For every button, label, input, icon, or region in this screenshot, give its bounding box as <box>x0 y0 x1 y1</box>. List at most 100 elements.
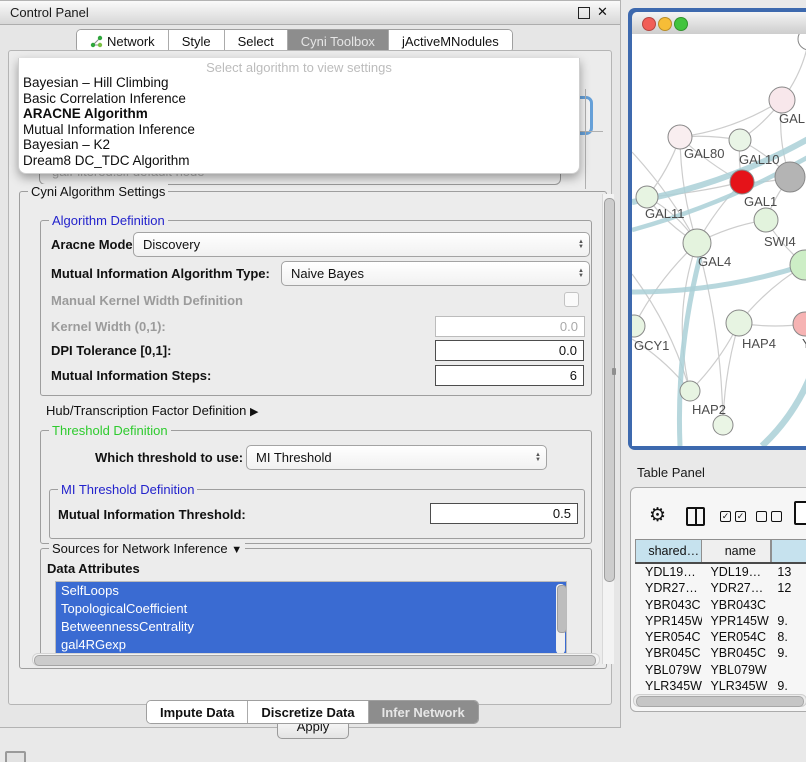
network-edge[interactable] <box>697 243 723 425</box>
network-node-HAP4[interactable] <box>726 310 752 336</box>
table-row[interactable]: YPR145WYPR145W9. <box>635 613 806 629</box>
algorithm-dropdown-list: Select algorithm to view settings Bayesi… <box>18 58 580 174</box>
dropdown-item[interactable]: Bayesian – Hill Climbing <box>19 75 579 91</box>
attribute-list-item[interactable]: SelfLoops <box>56 582 566 600</box>
tab-cyni-toolbox[interactable]: Cyni Toolbox <box>288 30 389 52</box>
select-none-icon[interactable] <box>756 511 782 522</box>
dpi-tolerance-input[interactable]: 0.0 <box>435 340 584 361</box>
tab-jactivemnodules[interactable]: jActiveMNodules <box>389 30 512 52</box>
table-cell: YBR043C <box>635 597 702 613</box>
table-row[interactable]: YBR045CYBR045C9. <box>635 645 806 661</box>
scrollbar-thumb[interactable] <box>636 696 804 707</box>
aracne-mode-combo[interactable]: Discovery ▲▼ <box>133 232 590 257</box>
dropdown-item[interactable]: Dream8 DC_TDC Algorithm <box>19 153 579 169</box>
panel-divider-grip[interactable] <box>612 368 616 375</box>
network-edge-thick[interactable] <box>762 377 806 446</box>
split-columns-icon[interactable] <box>686 507 705 526</box>
select-all-checked-icon[interactable]: ✓ ✓ <box>720 511 746 522</box>
network-node-GAL4[interactable] <box>683 229 711 257</box>
settings-vertical-scrollbar[interactable] <box>602 194 614 664</box>
column-header-3[interactable] <box>771 540 806 562</box>
close-icon[interactable]: ✕ <box>597 4 608 20</box>
network-node-label: GAL11 <box>645 206 685 221</box>
table-row[interactable]: YDL19…YDL19…13 <box>635 564 806 580</box>
tab-select[interactable]: Select <box>225 30 288 52</box>
tab-network[interactable]: Network <box>77 30 169 52</box>
float-window-icon[interactable] <box>578 7 590 19</box>
attribute-list-item[interactable]: BetweennessCentrality <box>56 618 566 636</box>
gear-icon[interactable]: ⚙ <box>649 504 666 527</box>
network-node-label: Y <box>802 336 806 351</box>
attribute-list-item[interactable]: gal4RGexp <box>56 636 566 654</box>
document-icon[interactable] <box>794 501 806 525</box>
network-node-GAL1[interactable] <box>730 170 754 194</box>
network-node-HAP2[interactable] <box>680 381 700 401</box>
group-title: MI Threshold Definition <box>58 482 197 497</box>
table-cell: 9. <box>771 645 806 661</box>
table-row[interactable]: YBR043CYBR043C <box>635 597 806 613</box>
settings-horizontal-scrollbar[interactable] <box>32 653 600 666</box>
table-row[interactable]: YBL079WYBL079W <box>635 662 806 678</box>
mi-type-combo[interactable]: Naive Bayes ▲▼ <box>281 261 590 286</box>
network-node-Y[interactable] <box>793 312 806 336</box>
kernel-width-label: Kernel Width (0,1): <box>51 319 166 334</box>
tab-label: Style <box>182 34 211 49</box>
table-header-row: shared… name <box>635 539 806 564</box>
network-node[interactable] <box>713 415 733 435</box>
zoom-traffic-light[interactable] <box>674 17 688 31</box>
table-horizontal-scrollbar[interactable] <box>633 694 806 707</box>
scrollbar-thumb[interactable] <box>604 198 615 582</box>
tab-impute-data[interactable]: Impute Data <box>147 701 248 723</box>
network-edge-thick[interactable] <box>679 257 700 446</box>
tab-infer-network[interactable]: Infer Network <box>369 701 478 723</box>
tab-style[interactable]: Style <box>169 30 225 52</box>
table-row[interactable]: YDR27…YDR27…12 <box>635 580 806 596</box>
sources-expander[interactable]: Sources for Network Inference ▼ <box>49 541 245 556</box>
minimize-traffic-light[interactable] <box>658 17 672 31</box>
data-attributes-list[interactable]: SelfLoopsTopologicalCoefficientBetweenne… <box>55 581 567 659</box>
dropdown-item[interactable]: Mutual Information Inference <box>19 122 579 138</box>
dropdown-item[interactable]: Bayesian – K2 <box>19 137 579 153</box>
network-node-GCY1[interactable] <box>632 315 645 337</box>
dropdown-item[interactable]: Basic Correlation Inference <box>19 91 579 107</box>
dropdown-item[interactable]: ARACNE Algorithm <box>19 106 579 122</box>
checked-box-icon: ✓ <box>735 511 746 522</box>
network-canvas[interactable]: GALGAL80GAL10GAL1GAL11SWI4GAL4GCY1HAP4YH… <box>632 34 806 446</box>
list-scrollbar[interactable] <box>556 584 565 654</box>
table-row[interactable]: YLR345WYLR345W9. <box>635 678 806 694</box>
mi-threshold-input[interactable]: 0.5 <box>430 503 578 524</box>
which-threshold-combo[interactable]: MI Threshold ▲▼ <box>246 445 547 470</box>
column-header-name[interactable]: name <box>702 540 771 562</box>
network-node[interactable] <box>775 162 805 192</box>
network-node[interactable] <box>798 34 806 50</box>
table-cell: 13 <box>771 564 806 580</box>
table-panel: ⚙ ✓ ✓ shared… name YDL19…YDL19…13YDR27…Y… <box>630 487 806 712</box>
algorithm-definition-group: Algorithm Definition Aracne Mode: Discov… <box>40 220 592 396</box>
table-row[interactable]: YER054CYER054C8. <box>635 629 806 645</box>
table-cell <box>771 597 806 613</box>
network-node-GAL11[interactable] <box>636 186 658 208</box>
network-node-GAL[interactable] <box>769 87 795 113</box>
scrollbar-thumb[interactable] <box>34 655 596 666</box>
table-cell: YLR345W <box>635 678 702 694</box>
tab-label: Network <box>107 34 155 49</box>
sources-group: Sources for Network Inference ▼ Data Att… <box>40 548 592 666</box>
which-threshold-label: Which threshold to use: <box>95 450 243 465</box>
network-node-SWI4[interactable] <box>754 208 778 232</box>
stepper-arrows-icon: ▲▼ <box>578 233 584 256</box>
attribute-list-item[interactable]: TopologicalCoefficient <box>56 600 566 618</box>
scrollbar-thumb[interactable] <box>557 585 567 633</box>
close-traffic-light[interactable] <box>642 17 656 31</box>
hub-definition-expander[interactable]: Hub/Transcription Factor Definition ▶ <box>46 403 258 418</box>
kernel-width-input[interactable]: 0.0 <box>435 316 585 337</box>
mi-steps-input[interactable]: 6 <box>435 365 584 386</box>
tab-discretize-data[interactable]: Discretize Data <box>248 701 368 723</box>
unchecked-box-icon <box>771 511 782 522</box>
manual-kernel-checkbox[interactable] <box>564 292 579 307</box>
collapsed-panel-stub[interactable] <box>5 751 26 762</box>
network-node-GAL10[interactable] <box>729 129 751 151</box>
expander-label: Hub/Transcription Factor Definition <box>46 403 246 418</box>
network-node[interactable] <box>790 250 806 280</box>
control-panel-window: Control Panel ✕ Network Style Select <box>0 0 621 728</box>
column-header-shared[interactable]: shared… <box>635 540 702 562</box>
